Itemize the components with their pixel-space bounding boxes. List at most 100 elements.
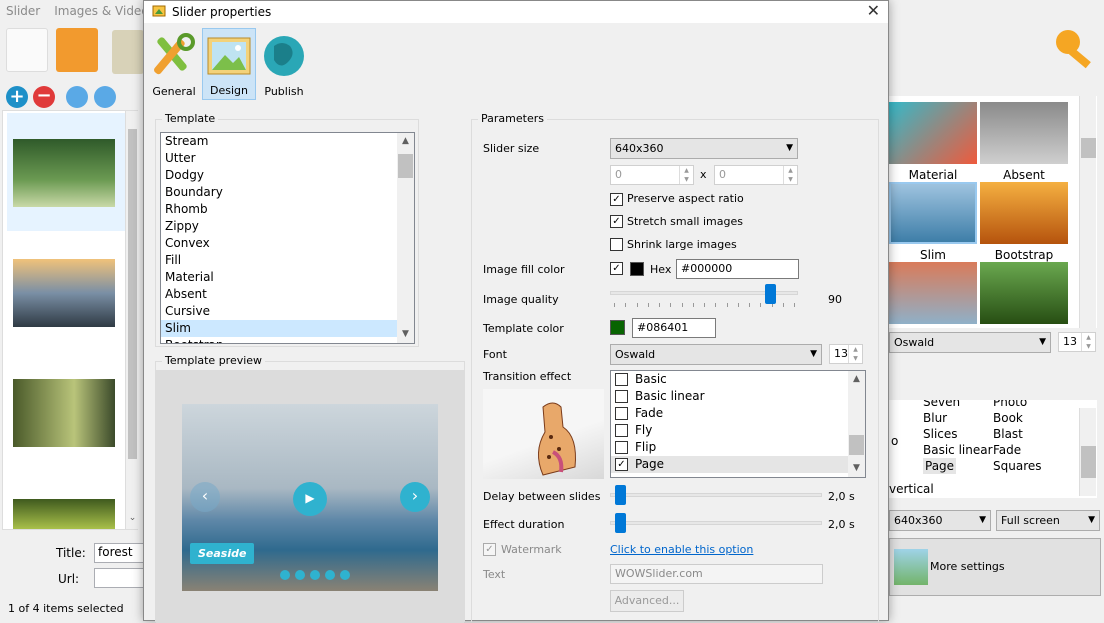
template-list-scrollbar[interactable]: ▲ ▼ (397, 133, 414, 343)
preview-prev-arrow-icon[interactable]: ‹ (190, 482, 220, 512)
stretch-small-checkbox[interactable]: ✓ (610, 215, 623, 228)
height-spinner[interactable]: 0 ▲ ▼ (714, 165, 798, 185)
enable-watermark-link[interactable]: Click to enable this option (610, 543, 753, 556)
image-thumbnail[interactable] (13, 499, 115, 529)
template-color-swatch[interactable] (610, 320, 625, 335)
save-project-icon[interactable] (112, 30, 144, 74)
width-spinner[interactable]: 0 ▲ ▼ (610, 165, 694, 185)
template-list-item[interactable]: Dodgy (161, 167, 414, 184)
preview-bullet[interactable] (295, 570, 305, 580)
close-icon[interactable]: ✕ (867, 2, 880, 20)
rotate-right-icon[interactable] (94, 86, 116, 108)
template-list-item[interactable]: Boundary (161, 184, 414, 201)
duration-track[interactable] (610, 521, 822, 525)
more-settings-button[interactable]: More settings (889, 538, 1101, 596)
transition-effect-checkbox[interactable] (615, 441, 628, 454)
image-thumbnail[interactable] (13, 139, 115, 207)
effect-item[interactable]: Slices (923, 426, 993, 442)
transition-effect-checkbox[interactable] (615, 373, 628, 386)
tab-publish[interactable]: Publish (258, 28, 310, 100)
template-thumb-bootstrap[interactable] (980, 182, 1068, 244)
delay-slider[interactable] (615, 485, 626, 505)
effects-scrollbar[interactable] (1079, 408, 1096, 496)
template-thumb-absent[interactable] (980, 102, 1068, 164)
effect-item[interactable]: Blur (923, 410, 993, 426)
transition-effect-item[interactable]: Flip (611, 439, 865, 456)
url-input[interactable] (94, 568, 144, 588)
slider-size-select[interactable]: 640x360 ▼ (610, 138, 798, 159)
transition-effect-item[interactable]: ✓ Page (611, 456, 865, 473)
transition-effect-item[interactable]: Fade (611, 405, 865, 422)
right-mode-select[interactable]: Full screen ▼ (996, 510, 1100, 531)
image-quality-slider[interactable] (765, 284, 777, 304)
preview-next-arrow-icon[interactable]: › (400, 482, 430, 512)
effect-item[interactable]: Squares (993, 458, 1042, 474)
remove-image-icon[interactable]: − (33, 86, 55, 108)
effect-item[interactable]: Book (993, 410, 1042, 426)
font-select[interactable]: Oswald ▼ (610, 344, 822, 365)
menu-images-videos[interactable]: Images & Videos (54, 4, 155, 18)
open-project-icon[interactable] (56, 28, 98, 72)
template-thumb-slim[interactable] (889, 182, 977, 244)
preview-bullet[interactable] (280, 570, 290, 580)
template-list-item[interactable]: Zippy (161, 218, 414, 235)
watermark-text-input[interactable]: WOWSlider.com (610, 564, 823, 584)
template-list-item[interactable]: Utter (161, 150, 414, 167)
preview-bullet[interactable] (310, 570, 320, 580)
template-list-item[interactable]: Bootstrap (161, 337, 414, 343)
menu-slider[interactable]: Slider (6, 4, 40, 18)
fill-hex-input[interactable]: #000000 (676, 259, 799, 279)
add-image-icon[interactable]: + (6, 86, 28, 108)
key-icon[interactable] (1052, 26, 1098, 72)
template-thumb-material[interactable] (889, 102, 977, 164)
advanced-button[interactable]: Advanced... (610, 590, 684, 612)
tab-general[interactable]: General (148, 28, 200, 100)
effect-item[interactable]: Seven (923, 400, 993, 410)
effect-item[interactable]: Basic linear (923, 442, 993, 458)
template-list-item[interactable]: Rhomb (161, 201, 414, 218)
right-font-size[interactable]: 13 ▲ ▼ (1058, 332, 1096, 352)
watermark-checkbox[interactable]: ✓ (483, 543, 496, 556)
template-thumb[interactable] (980, 262, 1068, 324)
transition-effect-checkbox[interactable]: ✓ (615, 458, 628, 471)
right-size-select[interactable]: 640x360 ▼ (889, 510, 991, 531)
preview-play-icon[interactable]: ▶ (293, 482, 327, 516)
template-list-item[interactable]: Absent (161, 286, 414, 303)
preserve-aspect-checkbox[interactable]: ✓ (610, 193, 623, 206)
template-thumb[interactable] (889, 262, 977, 324)
delay-track[interactable] (610, 493, 822, 497)
effect-item-selected[interactable]: Page (923, 458, 957, 474)
template-list[interactable]: Stream Utter Dodgy Boundary Rhomb Zippy Convex… (160, 132, 415, 344)
new-project-icon[interactable] (6, 28, 48, 72)
transition-effect-checkbox[interactable] (615, 407, 628, 420)
effect-item[interactable]: Fade (993, 442, 1042, 458)
tab-design[interactable]: Design (202, 28, 256, 100)
transition-effect-item[interactable]: Fly (611, 422, 865, 439)
title-input[interactable]: forest (94, 543, 144, 563)
template-list-item[interactable]: Material (161, 269, 414, 286)
effect-item[interactable]: Blast (993, 426, 1042, 442)
fill-color-swatch[interactable] (630, 262, 644, 276)
transition-effect-item[interactable]: Basic (611, 371, 865, 388)
transition-effect-list[interactable]: Basic Basic linear Fade Fly Flip ✓ Page ▲ ▼ (610, 370, 866, 478)
rotate-left-icon[interactable] (66, 86, 88, 108)
template-list-item[interactable]: Slim (161, 320, 414, 337)
duration-slider[interactable] (615, 513, 626, 533)
preview-bullet[interactable] (325, 570, 335, 580)
fill-color-checkbox[interactable]: ✓ (610, 262, 623, 275)
transition-effect-checkbox[interactable] (615, 424, 628, 437)
effect-item[interactable]: o (891, 434, 898, 448)
template-list-item[interactable]: Fill (161, 252, 414, 269)
effect-item[interactable]: Photo (993, 400, 1042, 410)
right-font-select[interactable]: Oswald ▼ (889, 332, 1051, 353)
transition-effect-checkbox[interactable] (615, 390, 628, 403)
template-list-item[interactable]: Stream (161, 133, 414, 150)
image-thumbnail[interactable] (13, 259, 115, 327)
shrink-large-checkbox[interactable] (610, 238, 623, 251)
template-list-item[interactable]: Convex (161, 235, 414, 252)
image-thumbnail[interactable] (13, 379, 115, 447)
font-size-spinner[interactable]: 13 ▲ ▼ (829, 344, 863, 364)
transition-effect-item[interactable]: Basic linear (611, 388, 865, 405)
preview-bullet[interactable] (340, 570, 350, 580)
template-list-item[interactable]: Cursive (161, 303, 414, 320)
